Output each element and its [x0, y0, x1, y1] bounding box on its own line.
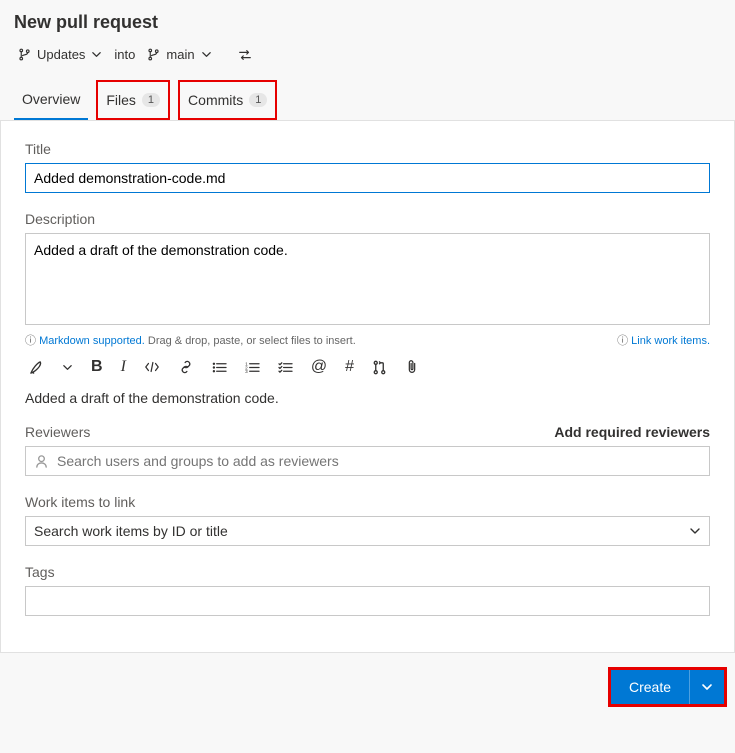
workitems-label: Work items to link — [25, 494, 710, 510]
toolbar-hash-button[interactable]: # — [343, 356, 356, 378]
toolbar-mention-button[interactable]: @ — [309, 356, 329, 378]
description-label: Description — [25, 211, 710, 227]
title-label: Title — [25, 141, 710, 157]
tab-overview[interactable]: Overview — [14, 80, 88, 120]
chevron-down-icon — [62, 362, 73, 373]
markdown-toolbar: B I 123 @ # — [25, 348, 710, 386]
tab-files[interactable]: Files 1 — [96, 80, 170, 120]
branch-icon — [18, 48, 31, 61]
tags-input[interactable] — [25, 586, 710, 616]
branch-selector-row: Updates into main — [14, 43, 721, 66]
link-work-items-link[interactable]: Link work items. — [631, 335, 710, 347]
into-label: into — [114, 47, 135, 62]
toolbar-italic-button[interactable]: I — [119, 356, 128, 378]
target-branch-name: main — [166, 47, 194, 62]
link-work-items-hint: ⓘ Link work items. — [617, 332, 710, 348]
pr-form: Title Description ⓘ Markdown supported. … — [0, 121, 735, 653]
toolbar-pr-button[interactable] — [370, 358, 389, 377]
swap-icon — [238, 48, 252, 62]
toolbar-chevron-button[interactable] — [60, 360, 75, 375]
footer: Create — [0, 653, 735, 715]
markdown-supported-link[interactable]: Markdown supported. — [39, 335, 145, 347]
create-button[interactable]: Create — [611, 670, 689, 704]
swap-branches-button[interactable] — [234, 44, 256, 66]
branch-icon — [147, 48, 160, 61]
reviewers-search-box[interactable] — [25, 446, 710, 476]
toolbar-link-button[interactable] — [176, 358, 196, 376]
create-dropdown-button[interactable] — [689, 670, 724, 704]
checklist-icon — [278, 361, 293, 374]
source-branch-button[interactable]: Updates — [14, 43, 106, 66]
tab-commits[interactable]: Commits 1 — [178, 80, 277, 120]
toolbar-bold-button[interactable]: B — [89, 356, 105, 378]
tab-label: Files — [106, 92, 136, 108]
tags-label: Tags — [25, 564, 710, 580]
add-required-reviewers-button[interactable]: Add required reviewers — [554, 424, 710, 440]
source-branch-name: Updates — [37, 47, 85, 62]
tab-label: Overview — [22, 91, 80, 107]
chevron-down-icon — [201, 49, 212, 60]
paperclip-icon — [405, 359, 419, 375]
edit-icon — [29, 360, 44, 375]
link-icon — [178, 360, 194, 374]
code-icon — [144, 360, 160, 374]
commits-count-badge: 1 — [249, 93, 267, 107]
toolbar-attach-button[interactable] — [403, 357, 421, 377]
toolbar-numbered-list-button[interactable]: 123 — [243, 359, 262, 376]
numbered-list-icon: 123 — [245, 361, 260, 374]
toolbar-edit-button[interactable] — [27, 358, 46, 377]
target-branch-button[interactable]: main — [143, 43, 215, 66]
toolbar-bullet-list-button[interactable] — [210, 359, 229, 376]
page-title: New pull request — [14, 12, 721, 33]
workitems-placeholder: Search work items by ID or title — [34, 523, 228, 539]
description-preview: Added a draft of the demonstration code. — [25, 390, 710, 406]
toolbar-checklist-button[interactable] — [276, 359, 295, 376]
workitems-select[interactable]: Search work items by ID or title — [25, 516, 710, 546]
description-textarea[interactable] — [25, 233, 710, 325]
svg-text:3: 3 — [245, 369, 248, 374]
person-icon — [34, 454, 49, 469]
chevron-down-icon — [91, 49, 102, 60]
reviewers-label: Reviewers — [25, 424, 90, 440]
info-icon: ⓘ — [617, 335, 628, 347]
tab-label: Commits — [188, 92, 243, 108]
info-icon: ⓘ — [25, 335, 36, 347]
title-input[interactable] — [25, 163, 710, 193]
files-count-badge: 1 — [142, 93, 160, 107]
markdown-hint: ⓘ Markdown supported. Drag & drop, paste… — [25, 332, 356, 348]
chevron-down-icon — [689, 525, 701, 537]
create-button-highlight: Create — [608, 667, 727, 707]
tabs: Overview Files 1 Commits 1 — [0, 80, 735, 121]
drag-hint: Drag & drop, paste, or select files to i… — [145, 335, 356, 347]
bullet-list-icon — [212, 361, 227, 374]
reviewers-input[interactable] — [57, 453, 701, 469]
toolbar-code-button[interactable] — [142, 358, 162, 376]
chevron-down-icon — [701, 681, 713, 693]
pull-request-icon — [372, 360, 387, 375]
